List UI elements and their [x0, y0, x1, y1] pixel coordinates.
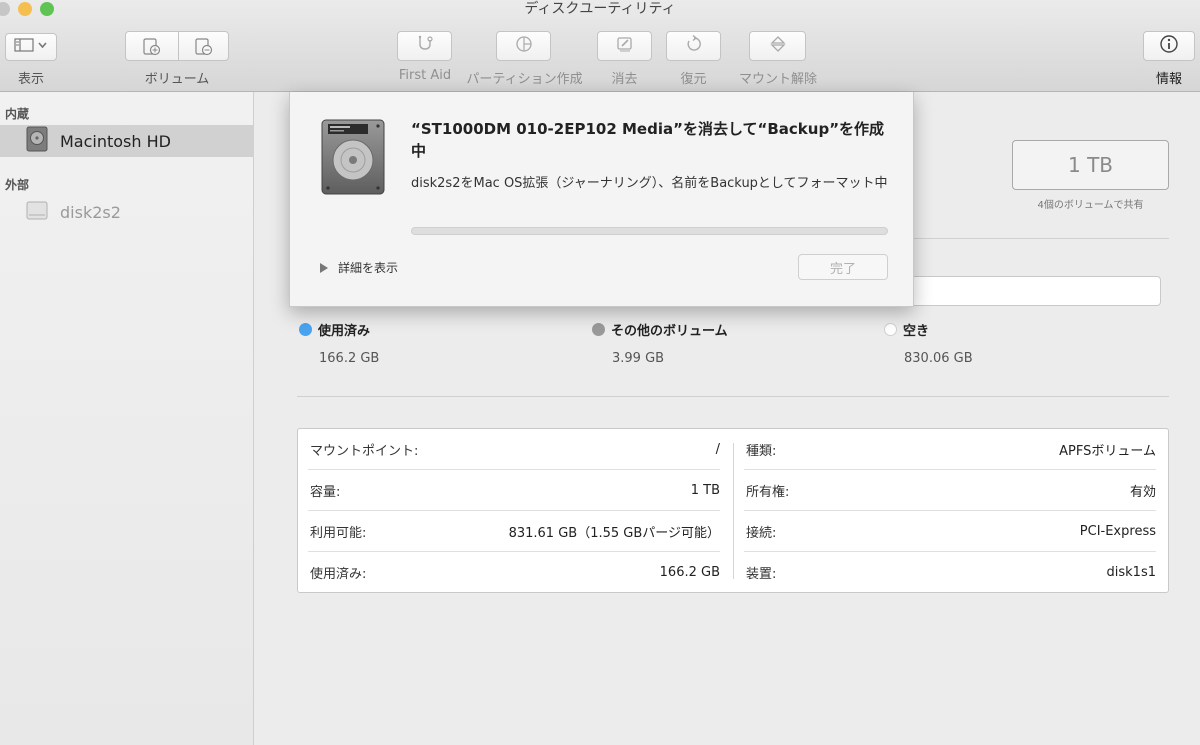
- table-row: 容量: 1 TB: [298, 470, 734, 511]
- used-color-dot: [299, 323, 312, 336]
- info-key: 接続:: [746, 526, 777, 541]
- view-label: 表示: [17, 72, 44, 87]
- stethoscope-icon: [415, 35, 435, 57]
- info-key: マウントポイント:: [310, 444, 419, 459]
- eraser-icon: [615, 35, 635, 57]
- restore-arrow-icon: [684, 34, 704, 57]
- table-row: 接続: PCI-Express: [734, 511, 1170, 552]
- info-column-right: 種類: APFSボリューム 所有権: 有効 接続: PCI-Express 装置…: [734, 429, 1170, 594]
- unmount-button[interactable]: [749, 31, 806, 61]
- table-row: 所有権: 有効: [734, 470, 1170, 511]
- info-icon: [1159, 34, 1179, 58]
- info-key: 装置:: [746, 567, 777, 582]
- eject-icon: [768, 35, 788, 57]
- done-button[interactable]: 完了: [798, 254, 888, 280]
- other-color-dot: [592, 323, 605, 336]
- sheet-title: “ST1000DM 010-2EP102 Media”を消去して“Backup”…: [411, 120, 885, 160]
- info-button[interactable]: [1143, 31, 1195, 61]
- restore-label: 復元: [680, 72, 707, 87]
- first-aid-button[interactable]: [397, 31, 452, 61]
- volume-label: ボリューム: [144, 72, 210, 87]
- hard-drive-icon: [26, 126, 48, 156]
- disclosure-triangle-icon: [320, 262, 328, 273]
- info-label: 情報: [1155, 72, 1182, 87]
- legend-value: 166.2 GB: [319, 351, 380, 366]
- usage-bar: [895, 276, 1161, 306]
- info-key: 種類:: [746, 444, 777, 459]
- restore-button[interactable]: [666, 31, 721, 61]
- info-value: 831.61 GB（1.55 GBパージ可能）: [508, 526, 720, 541]
- info-value: 1 TB: [690, 483, 720, 498]
- sidebar-item-label: disk2s2: [60, 202, 121, 222]
- add-volume-icon[interactable]: [142, 38, 162, 60]
- legend-free: 空き 830.06 GB: [884, 320, 973, 366]
- show-details-toggle[interactable]: 詳細を表示: [320, 259, 398, 276]
- volume-info-table: マウントポイント: / 容量: 1 TB 利用可能: 831.61 GB（1.5…: [297, 428, 1169, 593]
- sidebar: 内蔵 Macintosh HD 外部 disk2s2: [0, 92, 254, 745]
- volume-segmented-control: [125, 31, 229, 61]
- external-drive-icon: [26, 199, 48, 225]
- erase-label: 消去: [611, 72, 638, 87]
- info-value: APFSボリューム: [1059, 444, 1156, 459]
- sidebar-item-disk2s2[interactable]: disk2s2: [0, 196, 254, 228]
- pie-partition-icon: [514, 35, 534, 57]
- partition-button[interactable]: [496, 31, 551, 61]
- sheet-description: disk2s2をMac OS拡張（ジャーナリング）、名前をBackupとしてフォ…: [411, 176, 888, 191]
- legend-label: 空き: [903, 324, 930, 339]
- legend-label: 使用済み: [318, 324, 371, 339]
- legend-value: 3.99 GB: [612, 351, 665, 366]
- first-aid-label: First Aid: [398, 68, 452, 83]
- info-value: /: [715, 442, 720, 457]
- show-details-label: 詳細を表示: [338, 261, 399, 275]
- info-value: PCI-Express: [1079, 524, 1156, 539]
- table-row: 利用可能: 831.61 GB（1.55 GBパージ可能）: [298, 511, 734, 552]
- sidebar-item-macintosh-hd[interactable]: Macintosh HD: [0, 125, 254, 157]
- unmount-label: マウント解除: [738, 72, 817, 87]
- remove-volume-icon[interactable]: [194, 38, 214, 60]
- legend-label: その他のボリューム: [611, 324, 728, 339]
- info-column-left: マウントポイント: / 容量: 1 TB 利用可能: 831.61 GB（1.5…: [298, 429, 734, 594]
- capacity-note: 4個のボリュームで共有: [1037, 200, 1144, 211]
- table-row: 使用済み: 166.2 GB: [298, 552, 734, 593]
- info-key: 所有権:: [746, 485, 790, 500]
- view-button[interactable]: [5, 33, 57, 61]
- window-title: ディスクユーティリティ: [524, 1, 676, 17]
- erase-button[interactable]: [597, 31, 652, 61]
- info-key: 容量:: [310, 485, 341, 500]
- divider: [297, 396, 1169, 397]
- sidebar-icon: [14, 37, 48, 57]
- partition-label: パーティション作成: [466, 72, 583, 87]
- hard-drive-icon: [320, 118, 386, 200]
- free-color-dot: [884, 323, 897, 336]
- toolbar: ディスクユーティリティ 表示 ボリューム First Aid パーティション作成…: [0, 0, 1200, 92]
- info-value: 有効: [1129, 485, 1156, 500]
- legend-used: 使用済み 166.2 GB: [299, 320, 379, 366]
- capacity-box: 1 TB: [1012, 140, 1169, 190]
- info-value: disk1s1: [1106, 565, 1156, 580]
- legend-other-volumes: その他のボリューム 3.99 GB: [592, 320, 728, 366]
- sidebar-section-external: 外部: [5, 178, 30, 192]
- erase-progress-sheet: “ST1000DM 010-2EP102 Media”を消去して“Backup”…: [289, 92, 914, 307]
- info-value: 166.2 GB: [659, 565, 720, 580]
- table-row: マウントポイント: /: [298, 429, 734, 470]
- info-key: 使用済み:: [310, 567, 367, 582]
- info-key: 利用可能:: [310, 526, 367, 541]
- sidebar-item-label: Macintosh HD: [60, 131, 171, 151]
- table-row: 種類: APFSボリューム: [734, 429, 1170, 470]
- table-row: 装置: disk1s1: [734, 552, 1170, 593]
- erase-progress-bar: [411, 227, 888, 235]
- legend-value: 830.06 GB: [904, 351, 973, 366]
- sidebar-section-internal: 内蔵: [5, 107, 30, 121]
